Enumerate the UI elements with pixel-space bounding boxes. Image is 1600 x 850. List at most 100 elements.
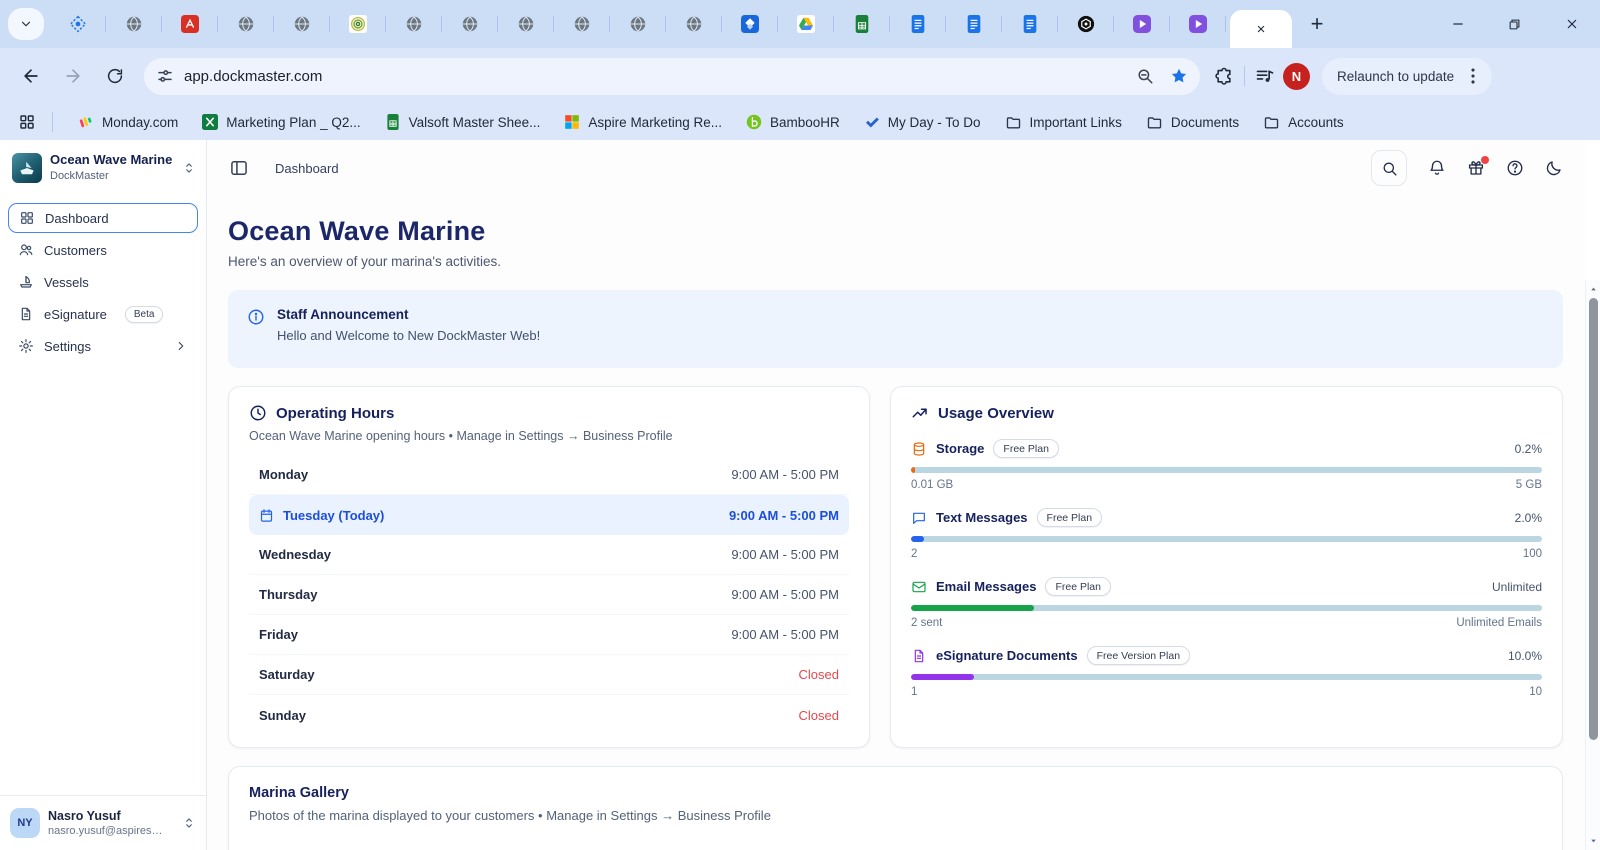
pinned-tab[interactable] [834, 0, 890, 48]
pinned-tab[interactable] [666, 0, 722, 48]
announcement-title: Staff Announcement [277, 307, 540, 322]
bookmark-my-day[interactable]: My Day - To Do [855, 108, 990, 136]
scrollbar-thumb[interactable] [1589, 298, 1598, 740]
browser-menu-icon[interactable] [1462, 65, 1484, 87]
profile-avatar[interactable]: N [1283, 63, 1310, 90]
search-icon [1381, 160, 1398, 177]
compass-favicon-icon [69, 15, 87, 33]
notifications-bell-icon[interactable] [1428, 159, 1446, 177]
sidebar-item-esignature[interactable]: eSignature Beta [8, 299, 198, 329]
hours-row: Friday 9:00 AM - 5:00 PM [249, 615, 849, 655]
globe-favicon-icon [573, 15, 591, 33]
bookmark-bamboohr[interactable]: BambooHR [737, 108, 849, 136]
search-button[interactable] [1371, 150, 1407, 186]
scroll-up-arrow-icon[interactable] [1588, 284, 1599, 295]
pinned-tab[interactable] [890, 0, 946, 48]
tab-search-button[interactable] [8, 8, 44, 40]
bookmark-folder-important-links[interactable]: Important Links [996, 108, 1131, 136]
sidebar-item-settings[interactable]: Settings [8, 331, 198, 361]
notification-dot [1481, 156, 1489, 164]
tab-close-icon[interactable]: × [1257, 22, 1266, 37]
pinned-tab[interactable] [50, 0, 106, 48]
sidebar-nav: Dashboard Customers Vessels eSignature B… [0, 195, 206, 361]
sidebar-toggle-icon[interactable] [229, 158, 249, 178]
esignature-icon [18, 306, 34, 322]
back-button[interactable] [13, 58, 49, 94]
bookmark-marketing-plan[interactable]: Marketing Plan _ Q2... [193, 108, 369, 136]
pinned-tab[interactable] [1114, 0, 1170, 48]
gallery-subtitle: Photos of the marina displayed to your c… [249, 808, 1542, 823]
url-text[interactable]: app.dockmaster.com [184, 68, 1136, 85]
active-tab[interactable]: × [1230, 10, 1292, 48]
pinned-tab[interactable] [554, 0, 610, 48]
sidebar: Ocean Wave Marine DockMaster Dashboard C… [0, 140, 207, 850]
address-bar[interactable]: app.dockmaster.com [144, 58, 1200, 95]
pinned-tab[interactable] [106, 0, 162, 48]
pinned-tab[interactable] [1002, 0, 1058, 48]
apps-grid-button[interactable] [12, 108, 42, 136]
pinned-tab[interactable] [498, 0, 554, 48]
gift-icon[interactable] [1467, 159, 1485, 177]
beta-badge: Beta [125, 306, 164, 323]
scroll-down-arrow-icon[interactable] [1588, 835, 1599, 846]
bookmark-monday[interactable]: Monday.com [69, 108, 187, 136]
workspace-switcher[interactable]: Ocean Wave Marine DockMaster [0, 140, 206, 195]
bookmarks-divider [52, 112, 53, 132]
relaunch-button[interactable]: Relaunch to update [1322, 58, 1492, 95]
document-icon [911, 648, 927, 664]
bookmark-folder-documents[interactable]: Documents [1137, 108, 1248, 136]
pinned-tab[interactable] [442, 0, 498, 48]
pinned-tab[interactable] [386, 0, 442, 48]
sidebar-item-label: Customers [44, 243, 107, 258]
selector-icon[interactable] [182, 161, 196, 175]
help-icon[interactable] [1506, 159, 1524, 177]
restore-button[interactable] [1486, 0, 1543, 48]
bookmark-star-icon[interactable] [1170, 67, 1188, 85]
bamboohr-icon [746, 114, 762, 130]
info-icon [247, 308, 265, 326]
announcement-message: Hello and Welcome to New DockMaster Web! [277, 328, 540, 343]
selector-icon[interactable] [182, 816, 196, 830]
extensions-puzzle-icon[interactable] [1214, 66, 1234, 86]
reload-button[interactable] [97, 58, 133, 94]
bookmark-valsoft-sheet[interactable]: Valsoft Master Shee... [376, 108, 550, 136]
pinned-tab[interactable] [218, 0, 274, 48]
site-settings-icon[interactable] [156, 67, 174, 85]
user-menu[interactable]: NY Nasro Yusuf nasro.yusuf@aspiresoftwar… [0, 795, 206, 850]
media-queue-icon[interactable] [1255, 66, 1275, 86]
pinned-tab[interactable] [778, 0, 834, 48]
pinned-tab[interactable] [722, 0, 778, 48]
sheets-favicon-icon [853, 15, 871, 33]
pinned-tab[interactable] [274, 0, 330, 48]
hours-row: Wednesday 9:00 AM - 5:00 PM [249, 535, 849, 575]
forward-button[interactable] [55, 58, 91, 94]
bookmark-folder-accounts[interactable]: Accounts [1254, 108, 1353, 136]
bookmark-aspire-marketing[interactable]: Aspire Marketing Re... [555, 108, 731, 136]
email-progress-bar [911, 605, 1542, 611]
pinned-tab[interactable] [946, 0, 1002, 48]
dark-mode-moon-icon[interactable] [1545, 159, 1563, 177]
pinned-tab[interactable] [330, 0, 386, 48]
sidebar-item-label: Dashboard [45, 211, 109, 226]
storage-database-icon [911, 441, 927, 457]
close-window-button[interactable] [1543, 0, 1600, 48]
operating-hours-subtitle: Ocean Wave Marine opening hours • Manage… [249, 429, 849, 443]
breadcrumb[interactable]: Dashboard [275, 161, 339, 176]
operating-hours-title: Operating Hours [276, 405, 394, 422]
pinned-tab[interactable] [1058, 0, 1114, 48]
docs-favicon-icon [1021, 15, 1039, 33]
pinned-tab[interactable] [1170, 0, 1226, 48]
globe-favicon-icon [293, 15, 311, 33]
envelope-icon [911, 579, 927, 595]
minimize-button[interactable] [1429, 0, 1486, 48]
new-tab-button[interactable]: + [1302, 9, 1332, 39]
sidebar-item-vessels[interactable]: Vessels [8, 267, 198, 297]
app-viewport: Ocean Wave Marine DockMaster Dashboard C… [0, 140, 1600, 850]
pinned-tab[interactable] [162, 0, 218, 48]
zoom-icon[interactable] [1136, 67, 1154, 85]
sidebar-item-dashboard[interactable]: Dashboard [8, 203, 198, 233]
globe-favicon-icon [461, 15, 479, 33]
page-scrollbar[interactable] [1585, 280, 1600, 850]
sidebar-item-customers[interactable]: Customers [8, 235, 198, 265]
pinned-tab[interactable] [610, 0, 666, 48]
